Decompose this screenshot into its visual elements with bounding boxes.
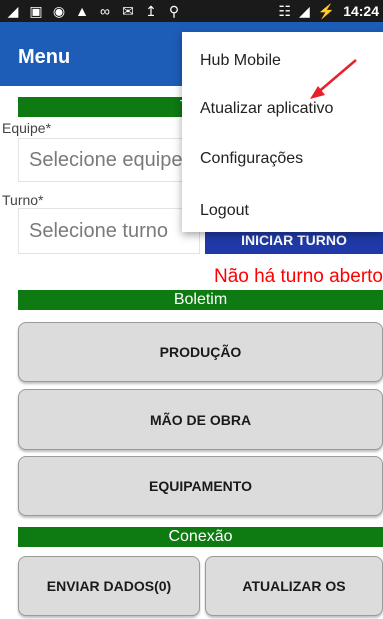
equipamento-button[interactable]: EQUIPAMENTO bbox=[18, 456, 383, 516]
equipe-placeholder: Selecione equipe bbox=[29, 148, 183, 171]
signal-icon: ◉ bbox=[52, 3, 66, 19]
no-signal-icon: ◢ bbox=[298, 3, 310, 19]
menu-item-update-app[interactable]: Atualizar aplicativo bbox=[200, 100, 333, 118]
update-os-button[interactable]: ATUALIZAR OS bbox=[205, 556, 383, 616]
upload-icon: ↥ bbox=[145, 3, 157, 19]
notification-icon: ◢ bbox=[7, 3, 19, 19]
conexao-section-header: Conexão bbox=[18, 527, 383, 547]
status-time: 14:24 bbox=[343, 3, 379, 19]
status-bar: ◢ ▣ ◉ ▲ ∞ ✉ ↥ ⚲ ☷ ◢ ⚡ 14:24 bbox=[0, 0, 383, 22]
location-icon: ⚲ bbox=[168, 3, 180, 19]
equipe-select[interactable]: Selecione equipe bbox=[18, 138, 203, 182]
warning-icon: ▲ bbox=[75, 3, 89, 19]
status-left-icons: ◢ ▣ ◉ ▲ ∞ ✉ ↥ ⚲ bbox=[6, 2, 181, 20]
vibrate-icon: ☷ bbox=[278, 3, 291, 19]
turno-label: Turno* bbox=[2, 192, 44, 208]
mao-de-obra-button[interactable]: MÃO DE OBRA bbox=[18, 389, 383, 450]
no-open-shift-warning: Não há turno aberto bbox=[213, 266, 383, 287]
menu-item-settings[interactable]: Configurações bbox=[200, 150, 303, 168]
producao-button[interactable]: PRODUÇÃO bbox=[18, 322, 383, 382]
turno-select[interactable]: Selecione turno bbox=[18, 208, 200, 254]
battery-charging-icon: ⚡ bbox=[317, 3, 336, 19]
equipe-label: Equipe* bbox=[2, 120, 52, 136]
boletim-section-header: Boletim bbox=[18, 290, 383, 310]
status-right-icons: ☷ ◢ ⚡ 14:24 bbox=[278, 2, 379, 20]
menu-item-logout[interactable]: Logout bbox=[200, 202, 249, 220]
voicemail-icon: ∞ bbox=[100, 3, 110, 19]
turno-placeholder: Selecione turno bbox=[29, 219, 168, 242]
overflow-menu: Hub Mobile Atualizar aplicativo Configur… bbox=[182, 32, 383, 232]
image-icon: ▣ bbox=[29, 3, 43, 19]
send-data-button[interactable]: ENVIAR DADOS(0) bbox=[18, 556, 200, 616]
gmail-icon: ✉ bbox=[122, 3, 134, 19]
menu-item-hub-mobile[interactable]: Hub Mobile bbox=[200, 52, 281, 70]
app-title: Menu bbox=[18, 46, 71, 68]
